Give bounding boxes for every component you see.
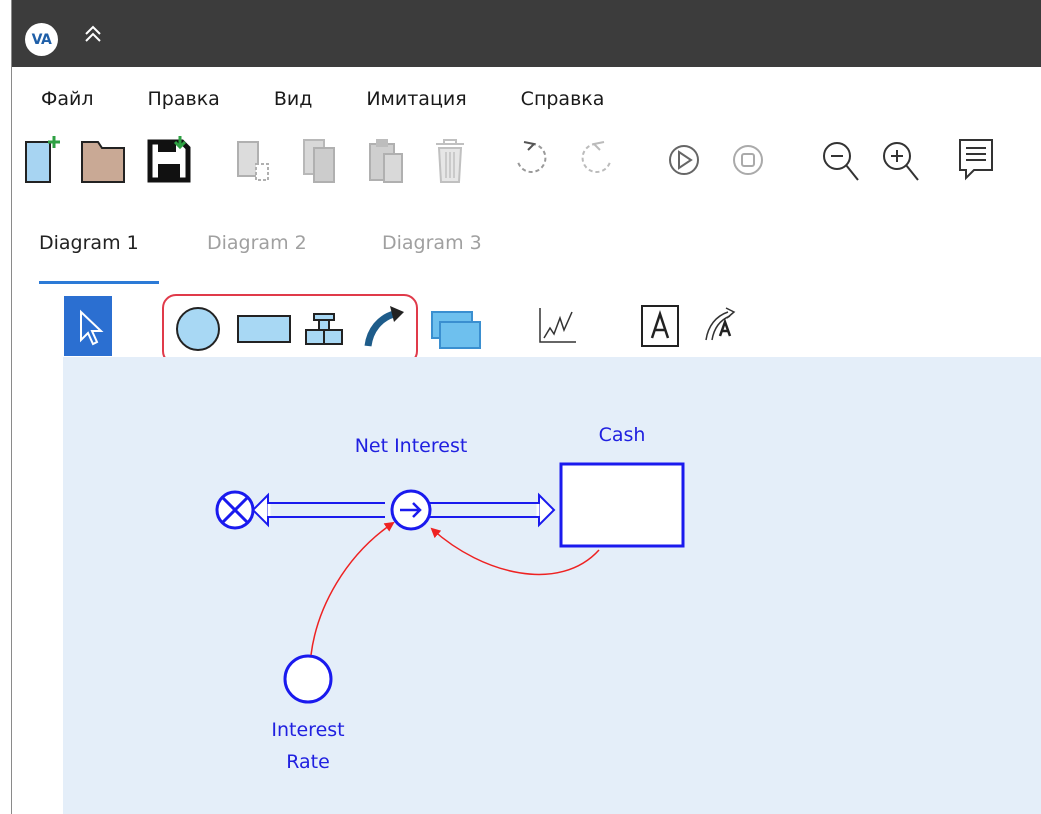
tab-diagram-3[interactable]: Diagram 3 (382, 225, 482, 261)
label-net-interest[interactable]: Net Interest (331, 435, 491, 457)
app-logo: VA (25, 23, 58, 56)
copy-icon[interactable] (298, 132, 346, 188)
auxiliary-interest-rate[interactable] (283, 654, 333, 704)
menu-view[interactable]: Вид (274, 82, 313, 116)
link-tool-icon[interactable] (362, 304, 408, 350)
menu-edit[interactable]: Правка (148, 82, 220, 116)
flow-pipe-right[interactable] (425, 492, 556, 528)
stock-tool-icon[interactable] (236, 312, 292, 346)
tab-diagram-2[interactable]: Diagram 2 (207, 225, 307, 261)
module-tool-icon[interactable] (430, 308, 482, 352)
toolbar (12, 132, 1041, 192)
flow-valve-net-interest[interactable] (390, 489, 432, 531)
redo-icon[interactable] (572, 132, 620, 188)
new-file-icon[interactable] (20, 132, 68, 188)
zoom-in-icon[interactable] (876, 132, 924, 188)
menu-file[interactable]: Файл (41, 82, 94, 116)
comments-icon[interactable] (952, 132, 1000, 188)
tab-diagram-1[interactable]: Diagram 1 (39, 225, 139, 261)
stop-icon[interactable] (724, 132, 772, 188)
undo-icon[interactable] (508, 132, 556, 188)
auxiliary-tool-icon[interactable] (175, 306, 221, 352)
label-interest-rate-line1[interactable]: Interest (248, 719, 368, 741)
menu-bar: Файл Правка Вид Имитация Справка (12, 82, 629, 116)
collapse-ribbon-icon[interactable] (81, 22, 105, 46)
flow-tool-icon[interactable] (302, 308, 346, 352)
label-interest-rate-line2[interactable]: Rate (248, 751, 368, 773)
diagram-drawing (215, 462, 685, 704)
tool-palette (12, 290, 1041, 365)
menu-simulation[interactable]: Имитация (366, 82, 466, 116)
zoom-out-icon[interactable] (816, 132, 864, 188)
app-window: VA Файл Правка Вид Имитация Справка Diag… (11, 0, 1041, 814)
run-icon[interactable] (660, 132, 708, 188)
link-interest-rate-to-net-interest[interactable] (310, 521, 395, 656)
diagram-tabs: Diagram 1 Diagram 2 Diagram 3 (12, 225, 1041, 287)
curved-text-tool-icon[interactable] (702, 304, 742, 348)
label-cash[interactable]: Cash (582, 424, 662, 446)
graph-tool-icon[interactable] (536, 304, 578, 346)
active-tab-indicator (39, 281, 159, 284)
open-folder-icon[interactable] (78, 132, 126, 188)
flow-pipe-left[interactable] (251, 492, 385, 528)
save-icon[interactable] (144, 132, 192, 188)
paste-icon[interactable] (364, 132, 412, 188)
diagram-canvas[interactable]: Net Interest Cash Interest Rate (63, 357, 1041, 814)
select-tool-icon[interactable] (64, 296, 112, 356)
cut-icon[interactable] (230, 132, 278, 188)
text-tool-icon[interactable] (640, 304, 680, 348)
stock-cash[interactable] (559, 462, 685, 548)
title-bar: VA (12, 0, 1041, 67)
sink-icon[interactable] (215, 490, 255, 530)
delete-icon[interactable] (426, 132, 474, 188)
menu-help[interactable]: Справка (521, 82, 605, 116)
